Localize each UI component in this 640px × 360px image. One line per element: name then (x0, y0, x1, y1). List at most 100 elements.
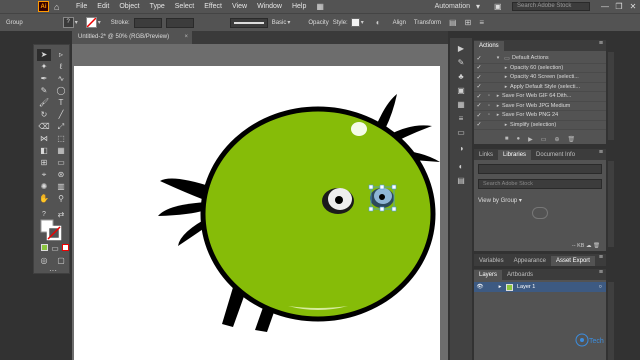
color-guide-icon[interactable]: ▤ (455, 176, 467, 186)
shape-builder-tool-icon[interactable]: ◧ (37, 145, 51, 157)
ellipse-tool-icon[interactable]: ◯ (54, 85, 68, 97)
gradient-panel-icon[interactable]: ▭ (455, 128, 467, 138)
graphic-style-swatch[interactable] (350, 18, 360, 27)
tab-document-info[interactable]: Document Info (531, 150, 580, 160)
selection-tool-icon[interactable]: ➤ (37, 49, 51, 61)
library-search-input[interactable]: Search Adobe Stock (478, 179, 602, 189)
panel-menu-icon[interactable]: ≡ (599, 269, 603, 276)
action-row[interactable]: ✓ ▸ Simplify (selection) (474, 121, 606, 130)
action-set-row[interactable]: ✓ ▾ ▭ Default Actions (474, 54, 606, 64)
rotate-tool-icon[interactable]: ↻ (37, 109, 51, 121)
tab-appearance[interactable]: Appearance (509, 256, 551, 266)
bird-body[interactable] (200, 106, 436, 322)
arrange-documents-icon[interactable]: ▦ (316, 2, 326, 11)
chevron-right-icon[interactable]: ▸ (494, 112, 502, 118)
record-icon[interactable]: ● (517, 136, 521, 144)
hand-tool-icon[interactable]: ✋ (37, 193, 51, 205)
menu-effect[interactable]: Effect (204, 3, 222, 10)
document-tab[interactable]: Untitled-2* @ 50% (RGB/Preview) × (72, 31, 192, 44)
color-panel-icon[interactable]: ◐ (455, 162, 467, 172)
transform-label[interactable]: Transform (414, 20, 441, 26)
actions-scrollbar[interactable] (608, 52, 614, 140)
select-similar-icon[interactable]: ⊞ (465, 18, 472, 27)
pencil-tool-icon[interactable]: ✎ (37, 85, 51, 97)
symbol-sprayer-tool-icon[interactable]: ✺ (37, 181, 51, 193)
close-icon[interactable]: × (184, 31, 188, 44)
chevron-right-icon[interactable]: ▸ (502, 84, 510, 90)
chevron-right-icon[interactable]: ▸ (496, 284, 504, 290)
library-select[interactable] (478, 164, 602, 174)
menu-help[interactable]: Help (292, 3, 306, 10)
close-button[interactable]: ✕ (626, 2, 640, 11)
tab-libraries[interactable]: Libraries (498, 150, 532, 160)
transparency-panel-icon[interactable]: ◑ (455, 144, 467, 154)
tab-layers[interactable]: Layers (474, 270, 503, 280)
fill-swatch[interactable]: ? (62, 17, 74, 28)
canvas-area[interactable] (72, 44, 448, 360)
dialog-toggle-icon[interactable]: ▫ (484, 103, 494, 109)
type-tool-icon[interactable]: T (54, 97, 68, 109)
align-label[interactable]: Align (393, 20, 406, 26)
tab-actions[interactable]: Actions (474, 41, 504, 51)
check-icon[interactable]: ✓ (474, 74, 484, 81)
stock-icon[interactable]: ▣ (494, 2, 504, 11)
trash-icon[interactable]: 🗑 (567, 136, 575, 144)
dialog-toggle-icon[interactable]: ▫ (484, 112, 494, 118)
opacity-label[interactable]: Opacity (308, 20, 328, 26)
maximize-button[interactable]: ❐ (612, 2, 626, 11)
chevron-down-icon[interactable]: ▾ (494, 55, 502, 61)
new-set-icon[interactable]: ▭ (541, 136, 547, 144)
check-icon[interactable]: ✓ (474, 102, 484, 109)
view-by-select[interactable]: View by Group ▾ (478, 197, 602, 204)
panel-menu-icon[interactable]: ≡ (599, 254, 603, 261)
chevron-down-icon[interactable]: ▾ (476, 2, 486, 11)
eye-icon[interactable]: 👁 (474, 284, 486, 290)
chevron-right-icon[interactable]: ▸ (502, 65, 510, 71)
panel-menu-icon[interactable]: ≡ (599, 40, 603, 47)
dialog-toggle-icon[interactable]: ▫ (484, 93, 494, 99)
check-icon[interactable]: ✓ (474, 121, 484, 128)
recolor-artwork-icon[interactable]: ◐ (376, 18, 381, 27)
eraser-tool-icon[interactable]: ⌫ (37, 121, 51, 133)
eyedropper-tool-icon[interactable]: ⌖ (37, 169, 51, 181)
layers-scrollbar[interactable] (608, 282, 614, 360)
brushes-panel-icon[interactable]: ✎ (455, 58, 467, 68)
action-row[interactable]: ✓ ▫ ▸ Save For Web PNG 24 (474, 111, 606, 121)
chevron-right-icon[interactable]: ▸ (494, 103, 502, 109)
chevron-right-icon[interactable]: ▸ (502, 74, 510, 80)
panel-menu-icon[interactable]: ≡ (599, 149, 603, 156)
scale-tool-icon[interactable]: ⤢ (54, 121, 68, 133)
action-row[interactable]: ✓ ▫ ▸ Save For Web JPG Medium (474, 102, 606, 111)
tab-artboards[interactable]: Artboards (502, 270, 538, 280)
perspective-grid-tool-icon[interactable]: ▦ (54, 145, 68, 157)
check-icon[interactable]: ✓ (474, 83, 484, 90)
pen-tool-icon[interactable]: ✒ (37, 73, 51, 85)
check-icon[interactable]: ✓ (474, 112, 484, 119)
tab-asset-export[interactable]: Asset Export (550, 256, 595, 266)
minimize-button[interactable]: — (598, 2, 612, 11)
chevron-down-icon[interactable]: ▾ (361, 19, 368, 26)
eye-right[interactable] (370, 188, 394, 208)
menu-edit[interactable]: Edit (97, 3, 109, 10)
fill-stroke-widget[interactable] (40, 219, 62, 241)
action-row[interactable]: ✓ ▸ Opacity 60 (selection) (474, 64, 606, 73)
home-icon[interactable]: ⌂ (54, 2, 66, 12)
play-icon[interactable]: ▶ (528, 136, 533, 144)
edit-toolbar-icon[interactable]: ··· (46, 265, 60, 277)
menu-window[interactable]: Window (257, 3, 282, 10)
paintbrush-tool-icon[interactable]: 🖌 (37, 97, 51, 109)
tab-links[interactable]: Links (474, 150, 498, 160)
action-row[interactable]: ✓ ▸ Opacity 40 Screen (selecti... (474, 73, 606, 83)
panel-menu-icon[interactable]: ≡ (479, 18, 484, 27)
chevron-down-icon[interactable]: ▾ (75, 19, 82, 26)
graphic-styles-panel-icon[interactable]: ▣ (455, 86, 467, 96)
chevron-down-icon[interactable]: ▾ (287, 19, 294, 26)
brush-definition-field[interactable] (229, 17, 268, 28)
graph-tool-icon[interactable]: ▥ (54, 181, 68, 193)
width-tool-icon[interactable]: ⋈ (37, 133, 51, 145)
gradient-tool-icon[interactable]: ▭ (54, 157, 68, 169)
direct-selection-tool-icon[interactable]: ▹ (54, 49, 68, 61)
menu-object[interactable]: Object (119, 3, 139, 10)
action-row[interactable]: ✓ ▫ ▸ Save For Web GIF 64 Dith... (474, 92, 606, 102)
stroke-panel-icon[interactable]: ≡ (455, 114, 467, 124)
